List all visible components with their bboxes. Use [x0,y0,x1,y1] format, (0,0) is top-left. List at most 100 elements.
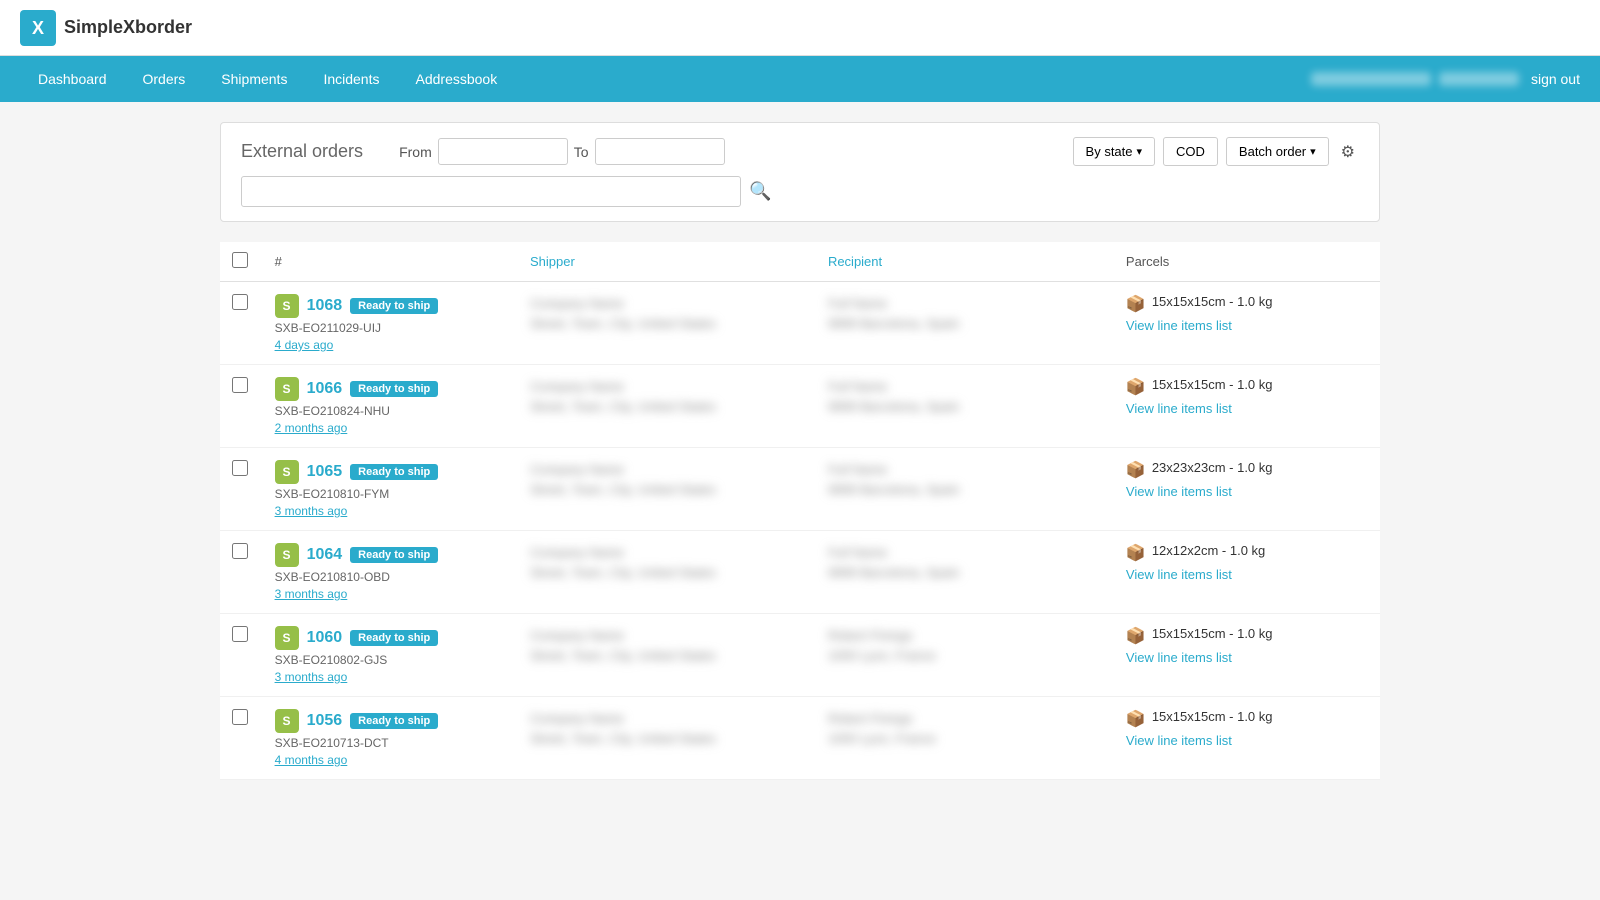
status-badge: Ready to ship [350,630,438,646]
order-id[interactable]: 1066 [307,380,343,398]
shipper-cell: Company Name Street, Town, City, United … [518,531,816,614]
recipient-address: 9999 Barcelona, Spain [828,397,1102,417]
nav-shipments[interactable]: Shipments [203,59,305,99]
parcel-row: 📦 23x23x23cm - 1.0 kg [1126,460,1368,480]
parcels-cell: 📦 23x23x23cm - 1.0 kg View line items li… [1114,448,1380,531]
row-checkbox-cell [220,448,263,531]
view-line-items-link[interactable]: View line items list [1126,650,1368,665]
nav-orders[interactable]: Orders [125,59,204,99]
shopify-icon: S [275,377,299,401]
recipient-address: 1000 Lyon, France [828,729,1102,749]
table-header: # Shipper Recipient Parcels [220,242,1380,282]
recipient-cell: Full Name 9999 Barcelona, Spain [816,365,1114,448]
view-line-items-link[interactable]: View line items list [1126,318,1368,333]
row-checkbox-cell [220,531,263,614]
to-input[interactable] [595,138,725,165]
parcel-dims: 23x23x23cm - 1.0 kg [1152,460,1273,475]
shipper-address: Street, Town, City, United States [530,314,804,334]
table-row: S 1056 Ready to ship SXB-EO210713-DCT 4 … [220,697,1380,780]
nav-dashboard[interactable]: Dashboard [20,59,125,99]
by-state-button[interactable]: By state [1073,137,1156,166]
search-button[interactable]: 🔍 [749,181,771,202]
recipient-address: 9999 Barcelona, Spain [828,314,1102,334]
table-row: S 1064 Ready to ship SXB-EO210810-OBD 3 … [220,531,1380,614]
row-checkbox-cell [220,614,263,697]
orders-table: # Shipper Recipient Parcels S 1068 Ready… [220,242,1380,780]
parcel-dims: 12x12x2cm - 1.0 kg [1152,543,1265,558]
recipient-address: 1000 Lyon, France [828,646,1102,666]
row-checkbox[interactable] [232,709,248,725]
order-time[interactable]: 3 months ago [275,670,506,684]
order-id[interactable]: 1064 [307,546,343,564]
shipper-cell: Company Name Street, Town, City, United … [518,282,816,365]
settings-gear-icon[interactable]: ⚙ [1337,138,1359,166]
row-checkbox[interactable] [232,543,248,559]
table-row: S 1068 Ready to ship SXB-EO211029-UIJ 4 … [220,282,1380,365]
shipper-address: Street, Town, City, United States [530,480,804,500]
order-num-row: S 1066 Ready to ship [275,377,506,401]
order-num-row: S 1065 Ready to ship [275,460,506,484]
shipper-address: Street, Town, City, United States [530,563,804,583]
filter-bar: External orders From To By state COD Bat… [220,122,1380,222]
status-badge: Ready to ship [350,298,438,314]
view-line-items-link[interactable]: View line items list [1126,733,1368,748]
nav-incidents[interactable]: Incidents [305,59,397,99]
view-line-items-link[interactable]: View line items list [1126,484,1368,499]
status-badge: Ready to ship [350,713,438,729]
row-checkbox[interactable] [232,626,248,642]
shipper-address: Street, Town, City, United States [530,729,804,749]
shopify-icon: S [275,543,299,567]
to-label: To [574,144,589,160]
order-id[interactable]: 1068 [307,297,343,315]
order-time[interactable]: 4 months ago [275,753,506,767]
search-input[interactable] [241,176,741,207]
shopify-icon: S [275,294,299,318]
order-ref: SXB-EO210713-DCT [275,736,506,750]
order-num-row: S 1056 Ready to ship [275,709,506,733]
recipient-name: Robert Finings [828,709,1102,729]
select-all-checkbox[interactable] [232,252,248,268]
nav-links: Dashboard Orders Shipments Incidents Add… [20,59,515,99]
from-label: From [399,144,432,160]
parcel-row: 📦 15x15x15cm - 1.0 kg [1126,709,1368,729]
main-content: External orders From To By state COD Bat… [200,102,1400,800]
shipper-name: Company Name [530,543,804,563]
order-id[interactable]: 1060 [307,629,343,647]
from-input[interactable] [438,138,568,165]
order-time[interactable]: 3 months ago [275,587,506,601]
order-id[interactable]: 1056 [307,712,343,730]
status-badge: Ready to ship [350,381,438,397]
order-time[interactable]: 2 months ago [275,421,506,435]
batch-order-button[interactable]: Batch order [1226,137,1329,166]
row-checkbox[interactable] [232,294,248,310]
filter-top: External orders From To By state COD Bat… [241,137,1359,166]
order-time[interactable]: 4 days ago [275,338,506,352]
parcel-dims: 15x15x15cm - 1.0 kg [1152,626,1273,641]
recipient-cell: Full Name 9999 Barcelona, Spain [816,282,1114,365]
sign-out-link[interactable]: sign out [1531,71,1580,87]
parcels-cell: 📦 15x15x15cm - 1.0 kg View line items li… [1114,282,1380,365]
parcel-dims: 15x15x15cm - 1.0 kg [1152,294,1273,309]
shipper-name: Company Name [530,460,804,480]
row-checkbox[interactable] [232,377,248,393]
shipper-cell: Company Name Street, Town, City, United … [518,365,816,448]
nav-addressbook[interactable]: Addressbook [398,59,516,99]
cod-button[interactable]: COD [1163,137,1218,166]
header-parcels: Parcels [1114,242,1380,282]
table-row: S 1066 Ready to ship SXB-EO210824-NHU 2 … [220,365,1380,448]
order-number-cell: S 1066 Ready to ship SXB-EO210824-NHU 2 … [263,365,518,448]
row-checkbox[interactable] [232,460,248,476]
order-ref: SXB-EO210824-NHU [275,404,506,418]
recipient-cell: Full Name 9999 Barcelona, Spain [816,448,1114,531]
row-checkbox-cell [220,282,263,365]
order-time[interactable]: 3 months ago [275,504,506,518]
header-recipient: Recipient [816,242,1114,282]
parcel-icon: 📦 [1126,460,1146,480]
view-line-items-link[interactable]: View line items list [1126,567,1368,582]
parcel-row: 📦 12x12x2cm - 1.0 kg [1126,543,1368,563]
logo[interactable]: X SimpleXborder [20,10,192,46]
view-line-items-link[interactable]: View line items list [1126,401,1368,416]
order-id[interactable]: 1065 [307,463,343,481]
header-number: # [263,242,518,282]
svg-text:X: X [32,18,44,38]
